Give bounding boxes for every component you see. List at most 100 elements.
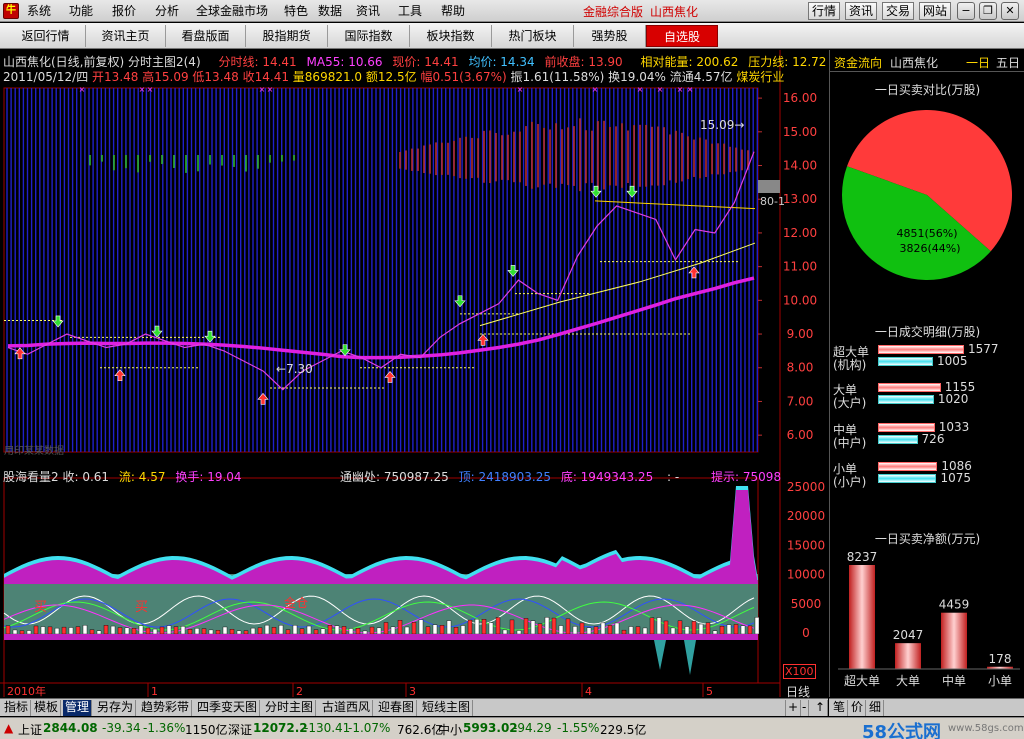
- arrow-right-icon: →: [734, 118, 744, 132]
- top-x-mark: ×: [592, 85, 599, 94]
- chart-area[interactable]: × × × × × × × × × × × 16.00 15.00 14.00 13.00 12.00 11.0…: [0, 50, 828, 697]
- indicator-liu-label: 流:: [119, 470, 135, 484]
- volume-block: [643, 628, 647, 634]
- btab-save-as[interactable]: 另存为: [95, 700, 136, 716]
- tab-news-home[interactable]: 资讯主页: [86, 25, 166, 47]
- rtab-xi[interactable]: 细: [867, 700, 884, 716]
- tab-back-to-quotes[interactable]: 返回行情: [6, 25, 86, 47]
- fenshi-value: 分时线: 14.41: [218, 55, 296, 69]
- volume-block: [685, 627, 689, 634]
- price-tick-label: 12.00: [783, 226, 817, 240]
- detail-row: 中单 (中户) 1033 726: [830, 421, 1024, 455]
- news-button[interactable]: 资讯: [845, 2, 877, 20]
- volume-block: [636, 627, 640, 634]
- sell-arrow-icon: [591, 186, 601, 197]
- arrow-up-icon[interactable]: ↑: [813, 700, 828, 716]
- website-button[interactable]: 网站: [919, 2, 951, 20]
- detail-title: 一日成交明细(万股): [830, 323, 1024, 340]
- volume-block: [678, 621, 682, 634]
- version-label: 金融综合版: [583, 3, 643, 20]
- volume-block: [398, 620, 402, 634]
- price-tick-label: 14.00: [783, 159, 817, 173]
- info-amplitude: 振1.61(11.58%): [511, 70, 605, 84]
- price-marker-box: [758, 180, 780, 193]
- time-axis-label: 4: [585, 685, 592, 697]
- high-annotation: 15.09→: [700, 118, 744, 132]
- volume-block: [650, 618, 654, 634]
- detail-buy-bar: [878, 383, 941, 392]
- watermark: 用印某某数据: [4, 442, 64, 457]
- rtab-jia[interactable]: 价: [849, 700, 866, 716]
- tab-intl-index[interactable]: 国际指数: [328, 25, 410, 47]
- menu-feature[interactable]: 特色: [284, 3, 308, 19]
- capital-flow-title: 资金流向: [834, 54, 882, 71]
- close-icon[interactable]: ✕: [1001, 2, 1019, 20]
- volume-block: [454, 627, 458, 634]
- btab-indicator[interactable]: 指标: [2, 700, 31, 716]
- low-annotation-value: 7.30: [286, 362, 313, 376]
- menu-analysis[interactable]: 分析: [155, 3, 179, 19]
- btab-yingchun[interactable]: 迎春图: [376, 700, 417, 716]
- period-five-day[interactable]: 五日: [996, 54, 1020, 71]
- top-x-mark: ×: [147, 85, 154, 94]
- info-amount: 额12.5亿: [366, 70, 417, 84]
- menu-function[interactable]: 功能: [69, 3, 93, 19]
- tab-hot-sector[interactable]: 热门板块: [492, 25, 574, 47]
- menu-global-market[interactable]: 全球金融市场: [196, 3, 268, 19]
- app-logo-icon[interactable]: 牛: [3, 3, 19, 19]
- capital-flow-header: 资金流向 山西焦化 一日 五日: [830, 50, 1024, 72]
- chart-canvas[interactable]: × × × × × × × × × × ×16.0015.0014.0013.0012.0011.0…: [0, 50, 828, 697]
- buy-signal-2: 买: [135, 596, 148, 615]
- sh-value: 2844.08: [43, 721, 98, 735]
- btab-short-main[interactable]: 短线主图: [420, 700, 473, 716]
- volume-block: [13, 630, 17, 634]
- btab-four-seasons[interactable]: 四季变天图: [195, 700, 260, 716]
- volume-block: [83, 625, 87, 634]
- top-x-mark: ×: [687, 85, 694, 94]
- volume-block: [699, 624, 703, 634]
- tab-index-futures[interactable]: 股指期货: [246, 25, 328, 47]
- volume-block: [720, 626, 724, 634]
- tab-watchlist[interactable]: 自选股: [646, 25, 718, 47]
- btab-manage[interactable]: 管理: [63, 700, 92, 716]
- menu-quote[interactable]: 报价: [112, 3, 136, 19]
- btab-trend-ribbon[interactable]: 趋势彩带: [139, 700, 192, 716]
- volume-block: [153, 629, 157, 634]
- quote-button[interactable]: 行情: [808, 2, 840, 20]
- volume-block: [356, 628, 360, 634]
- volume-block: [391, 627, 395, 634]
- volume-block: [342, 626, 346, 634]
- menu-data[interactable]: 数据: [318, 3, 342, 19]
- menu-system[interactable]: 系统: [27, 3, 51, 19]
- btab-gudao-xifeng[interactable]: 古道西风: [320, 700, 373, 716]
- menu-help[interactable]: 帮助: [441, 3, 465, 19]
- minimize-icon[interactable]: −: [957, 2, 975, 20]
- period-one-day[interactable]: 一日: [966, 54, 990, 71]
- btab-template[interactable]: 模板: [32, 700, 61, 716]
- plus-icon[interactable]: +: [785, 700, 801, 716]
- top-x-mark: ×: [139, 85, 146, 94]
- trade-button[interactable]: 交易: [882, 2, 914, 20]
- rtab-bi[interactable]: 笔: [831, 700, 848, 716]
- info-float-cap: 流通4.57亿: [670, 70, 733, 84]
- info-change: 幅0.51(3.67%): [420, 70, 506, 84]
- volume-block: [258, 628, 262, 634]
- menu-news[interactable]: 资讯: [356, 3, 380, 19]
- minus-icon[interactable]: -: [800, 700, 809, 716]
- sz-label: 深证: [228, 721, 252, 738]
- indicator-turnover-label: 换手:: [175, 470, 203, 484]
- tab-sector-index[interactable]: 板块指数: [410, 25, 492, 47]
- detail-sublabel: (机构): [833, 356, 866, 373]
- tab-strong-stocks[interactable]: 强势股: [574, 25, 646, 47]
- volume-block: [664, 621, 668, 634]
- menu-tools[interactable]: 工具: [398, 3, 422, 19]
- restore-icon[interactable]: ❐: [979, 2, 997, 20]
- indicator-tick-label: 15000: [787, 538, 825, 552]
- current-price: 现价: 14.41: [392, 55, 458, 69]
- volume-block: [62, 627, 66, 634]
- btab-fenshi-main[interactable]: 分时主图: [263, 700, 316, 716]
- volume-block: [139, 626, 143, 634]
- tab-layout[interactable]: 看盘版面: [166, 25, 246, 47]
- detail-sell-bar: [878, 435, 918, 444]
- volume-block: [363, 631, 367, 634]
